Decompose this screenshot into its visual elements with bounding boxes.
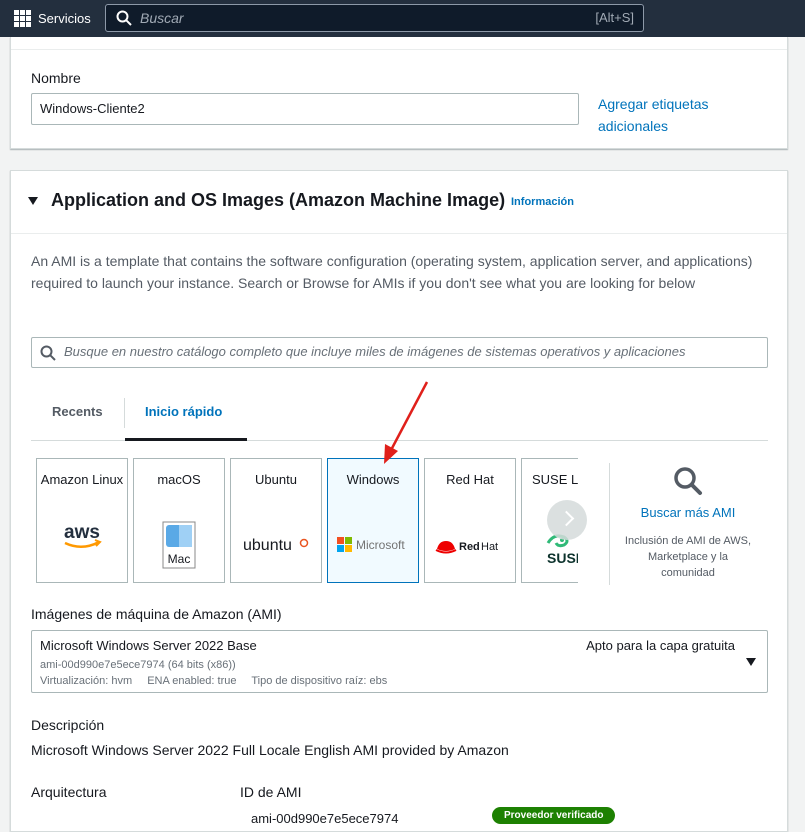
section-title: Application and OS Images (Amazon Machin… (51, 190, 506, 210)
ami-select[interactable]: Microsoft Windows Server 2022 Base ami-0… (31, 630, 768, 693)
name-label: Nombre (31, 70, 81, 86)
active-tab-indicator (125, 438, 247, 441)
os-card-label: Ubuntu (255, 472, 297, 487)
search-shortcut-hint: [Alt+S] (595, 10, 634, 25)
add-tags-link[interactable]: Agregar etiquetas adicionales (598, 93, 738, 137)
os-card-label: Amazon Linux (40, 472, 124, 487)
name-and-tags-panel: Nombre Windows-Cliente2 Agregar etiqueta… (10, 37, 788, 149)
tab-recents[interactable]: Recents (52, 404, 103, 419)
svg-text:Mac: Mac (168, 552, 191, 566)
svg-text:Microsoft: Microsoft (356, 538, 405, 552)
os-card-red-hat[interactable]: Red Hat Red Hat (424, 458, 516, 583)
browse-more-description: Inclusión de AMI de AWS, Marketplace y l… (624, 535, 752, 579)
root-device-text: Tipo de dispositivo raíz: ebs (251, 675, 388, 687)
divider (11, 233, 787, 234)
architecture-label: Arquitectura (31, 784, 107, 800)
services-menu-label[interactable]: Servicios (38, 11, 91, 26)
red-hat-logo-icon: Red Hat (425, 537, 515, 560)
divider (609, 463, 610, 585)
os-card-label: Windows (346, 472, 400, 487)
svg-text:Red: Red (459, 541, 480, 553)
ami-id-value: ami-00d990e7e5ece7974 (251, 811, 399, 826)
collapse-caret-icon[interactable] (28, 197, 38, 205)
svg-text:ubuntu: ubuntu (243, 537, 292, 554)
ena-text: ENA enabled: true (147, 675, 237, 687)
os-card-label: SUSE Linux (532, 472, 578, 487)
search-placeholder: Buscar (140, 10, 184, 26)
ami-search-input[interactable]: Busque en nuestro catálogo completo que … (31, 337, 768, 368)
selected-ami-name: Microsoft Windows Server 2022 Base (40, 638, 257, 653)
free-tier-text: Apto para la capa gratuita (586, 638, 735, 653)
tab-quick-start[interactable]: Inicio rápido (145, 404, 222, 419)
os-card-amazon-linux[interactable]: Amazon Linux aws (36, 458, 128, 583)
description-value: Microsoft Windows Server 2022 Full Local… (31, 742, 509, 758)
svg-text:aws: aws (64, 522, 100, 543)
name-field[interactable]: Windows-Cliente2 (31, 93, 579, 125)
tab-divider (124, 398, 125, 428)
global-search-input[interactable]: Buscar [Alt+S] (105, 4, 644, 32)
magnifier-icon[interactable] (673, 466, 703, 496)
os-card-windows[interactable]: Windows Microsoft (327, 458, 419, 583)
ubuntu-logo-icon: ubuntu (231, 535, 321, 560)
info-link[interactable]: Información (511, 196, 574, 208)
services-grid-icon[interactable] (14, 10, 31, 27)
os-card-label: macOS (157, 472, 201, 487)
ami-select-label: Imágenes de máquina de Amazon (AMI) (31, 606, 282, 622)
dropdown-arrow-icon[interactable] (746, 658, 756, 666)
divider (11, 49, 787, 50)
chevron-right-icon (558, 510, 575, 527)
ami-id-label: ID de AMI (240, 784, 302, 800)
annotation-arrow-icon (384, 381, 429, 464)
selected-ami-details: Virtualización: hvm ENA enabled: true Ti… (40, 675, 399, 687)
os-card-ubuntu[interactable]: Ubuntu ubuntu (230, 458, 322, 583)
mac-finder-icon: Mac (134, 521, 224, 574)
carousel-next-button[interactable] (547, 500, 587, 540)
browse-more-amis-link[interactable]: Buscar más AMI (619, 505, 757, 520)
os-card-macos[interactable]: macOS Mac (133, 458, 225, 583)
aws-logo-icon: aws (37, 521, 127, 556)
ami-description: An AMI is a template that contains the s… (31, 253, 753, 291)
description-label: Descripción (31, 717, 105, 733)
os-quick-start-carousel: Amazon Linux aws macOS Mac Ubuntu ubuntu… (36, 458, 578, 585)
ami-panel: Application and OS Images (Amazon Machin… (10, 170, 788, 832)
svg-text:Hat: Hat (481, 541, 498, 553)
microsoft-logo-icon: Microsoft (328, 536, 418, 559)
top-navigation-bar: Servicios Buscar [Alt+S] (0, 0, 805, 37)
search-icon (40, 345, 56, 361)
selected-ami-id: ami-00d990e7e5ece7974 (64 bits (x86)) (40, 659, 236, 671)
ami-search-placeholder: Busque en nuestro catálogo completo que … (64, 344, 686, 359)
os-card-label: Red Hat (446, 472, 494, 487)
virtualization-text: Virtualización: hvm (40, 675, 133, 687)
name-field-value: Windows-Cliente2 (40, 101, 145, 116)
search-icon (116, 10, 132, 26)
svg-text:SUSE: SUSE (547, 550, 578, 565)
